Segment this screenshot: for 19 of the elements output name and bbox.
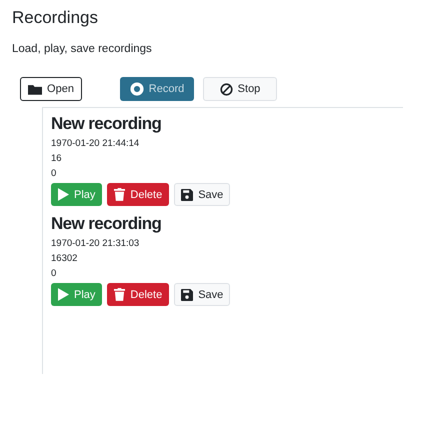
- play-button[interactable]: Play: [51, 283, 102, 306]
- play-button[interactable]: Play: [51, 183, 102, 206]
- recording-value: 0: [51, 267, 58, 281]
- page-subtitle: Load, play, save recordings: [12, 43, 153, 55]
- page-title: Recordings: [12, 8, 99, 28]
- recording-size: 16302: [51, 252, 78, 266]
- stop-button[interactable]: Stop: [203, 77, 277, 101]
- save-button[interactable]: Save: [174, 283, 230, 306]
- recording-date: 1970-01-20 21:31:03: [51, 237, 140, 251]
- recording-name: New recording: [51, 214, 162, 234]
- recording-name: New recording: [51, 114, 162, 134]
- save-button[interactable]: Save: [174, 183, 230, 206]
- record-button[interactable]: Record: [120, 77, 194, 101]
- delete-button[interactable]: Delete: [107, 183, 170, 206]
- open-button[interactable]: Open: [20, 77, 82, 101]
- recording-size: 16: [51, 152, 63, 166]
- delete-button[interactable]: Delete: [107, 283, 170, 306]
- recording-value: 0: [51, 167, 58, 181]
- recording-date: 1970-01-20 21:44:14: [51, 137, 140, 151]
